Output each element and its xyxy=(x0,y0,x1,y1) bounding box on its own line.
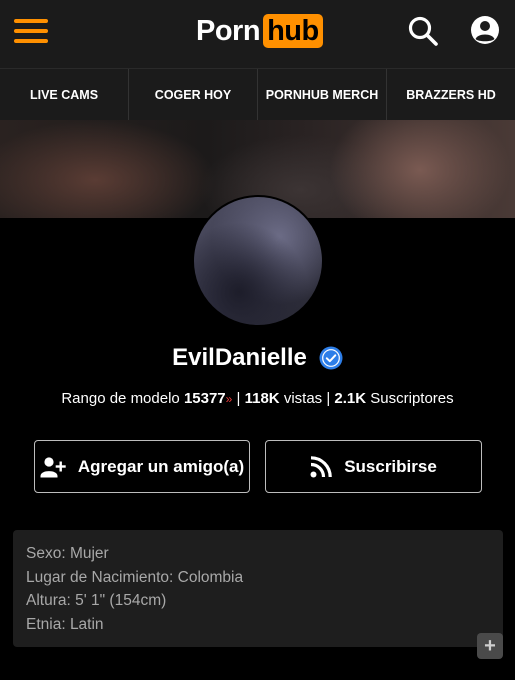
separator: | xyxy=(236,390,241,407)
menu-icon[interactable] xyxy=(14,19,48,43)
views-value: 118K xyxy=(244,390,280,407)
rank-label: Rango de modelo xyxy=(61,390,180,407)
verified-badge-icon xyxy=(319,346,343,370)
logo-badge: hub xyxy=(263,14,323,48)
profile-stats: Rango de modelo 15377» | 118K vistas | 2… xyxy=(0,390,515,407)
subscribe-label: Suscribirse xyxy=(344,456,437,476)
info-height: Altura: 5' 1" (154cm) xyxy=(26,592,167,609)
profile-info-box: Sexo: Mujer Lugar de Nacimiento: Colombi… xyxy=(13,530,503,647)
expand-info-button[interactable]: + xyxy=(477,633,503,659)
nav-item-live-cams[interactable]: LIVE CAMS xyxy=(0,69,129,120)
views-label: vistas xyxy=(283,390,323,407)
add-friend-button[interactable]: Agregar un amigo(a) xyxy=(34,440,250,493)
info-ethnicity: Etnia: Latin xyxy=(26,615,104,633)
subscribers-label: Suscriptores xyxy=(370,390,454,407)
add-user-icon xyxy=(40,455,66,479)
profile-name: EvilDanielle xyxy=(172,344,307,371)
category-nav: LIVE CAMS COGER HOY PORNHUB MERCH BRAZZE… xyxy=(0,68,515,120)
search-icon[interactable] xyxy=(406,14,440,48)
nav-item-coger-hoy[interactable]: COGER HOY xyxy=(129,69,258,120)
add-friend-label: Agregar un amigo(a) xyxy=(77,456,245,476)
user-icon[interactable] xyxy=(468,13,502,47)
top-bar: Porn hub xyxy=(0,0,515,68)
rss-icon xyxy=(310,455,332,478)
profile-name-row: EvilDanielle xyxy=(0,340,515,376)
info-birthplace: Lugar de Nacimiento: Colombia xyxy=(26,568,244,586)
rank-down-icon: » xyxy=(225,392,233,406)
logo-text: Porn xyxy=(196,14,261,47)
subscribers-value: 2.1K xyxy=(334,390,367,407)
site-logo[interactable]: Porn hub xyxy=(196,13,323,49)
rank-value: 15377 xyxy=(183,390,226,407)
info-gender: Sexo: Mujer xyxy=(26,545,109,562)
subscribe-button[interactable]: Suscribirse xyxy=(265,440,482,493)
nav-item-merch[interactable]: PORNHUB MERCH xyxy=(258,69,387,120)
avatar[interactable] xyxy=(192,195,324,327)
separator: | xyxy=(326,390,331,407)
nav-item-brazzers[interactable]: BRAZZERS HD xyxy=(387,69,515,120)
